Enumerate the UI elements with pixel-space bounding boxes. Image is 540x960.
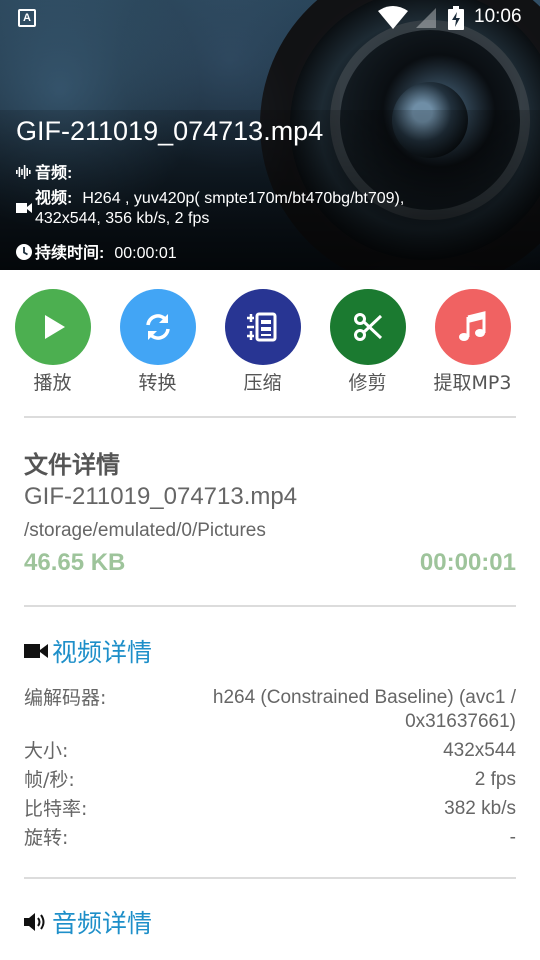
play-button[interactable]: 播放 [0,289,105,395]
video-info-line2: 432x544, 356 kb/s, 2 fps [35,210,210,227]
clock-icon [16,244,32,260]
video-camera-icon [24,644,48,658]
wifi-icon [378,6,408,29]
file-details-duration: 00:00:01 [419,549,516,576]
detail-value: h264 (Constrained Baseline) (avc1 / 0x31… [212,687,516,732]
trim-button[interactable]: 修剪 [315,289,420,395]
signal-icon [416,8,436,28]
file-details-path: /storage/emulated/0/Pictures [24,520,266,541]
detail-key: 比特率: [24,798,88,820]
audio-details-header: 音频详情 [24,904,152,940]
detail-value: 432x544 [443,740,516,761]
trim-label: 修剪 [348,372,387,394]
video-info-line1: H264 , yuv420p( smpte170m/bt470bg/bt709)… [82,190,405,207]
detail-row-fps: 帧/秒: 2 fps [24,768,516,792]
detail-key: 大小: [24,740,69,762]
speaker-icon [24,913,45,931]
video-label: 视频: [35,190,73,207]
compress-icon [224,289,301,365]
detail-row-size: 大小: 432x544 [24,739,516,763]
detail-value: 382 kb/s [444,798,516,819]
file-details-name: GIF-211019_074713.mp4 [24,483,298,510]
video-details-header: 视频详情 [24,633,152,669]
action-bar: 播放 转换 压缩 修剪 提取MP3 [0,289,540,399]
app-notification-icon: A [18,9,36,27]
music-note-icon [434,289,511,365]
video-details-list: 编解码器: h264 (Constrained Baseline) (avc1 … [24,686,516,855]
divider [24,877,516,879]
convert-button[interactable]: 转换 [105,289,210,395]
file-details-title: 文件详情 [24,451,120,479]
status-time: 10:06 [474,6,522,27]
detail-row-bitrate: 比特率: 382 kb/s [24,797,516,821]
audio-details-title: 音频详情 [52,909,153,938]
convert-icon [119,289,196,365]
compress-label: 压缩 [243,372,282,394]
video-details-title: 视频详情 [52,638,153,667]
audio-label: 音频: [35,165,73,182]
play-label: 播放 [33,372,72,394]
audio-wave-icon [16,165,31,179]
divider [24,605,516,607]
divider [24,416,516,418]
duration-label: 持续时间: [35,245,105,262]
detail-key: 帧/秒: [24,769,75,791]
audio-meta: 音频: [16,159,72,183]
compress-button[interactable]: 压缩 [210,289,315,395]
video-meta: 视频: H264 , yuv420p( smpte170m/bt470bg/bt7… [16,189,516,229]
extract-mp3-button[interactable]: 提取MP3 [420,289,525,395]
detail-row-rotation: 旋转: - [24,826,516,850]
detail-key: 编解码器: [24,687,107,709]
detail-row-codec: 编解码器: h264 (Constrained Baseline) (avc1 … [24,686,516,734]
play-icon [14,289,91,365]
scissors-icon [329,289,406,365]
duration-meta: 持续时间: 00:00:01 [16,239,177,263]
header-banner: A 10:06 GIF-211019_074713.mp4 音频: 视频: H2… [0,0,540,270]
battery-charging-icon [448,6,464,30]
convert-label: 转换 [138,372,177,394]
detail-key: 旋转: [24,827,69,849]
duration-value: 00:00:01 [114,245,177,262]
file-details-size: 46.65 KB [24,549,126,576]
file-title: GIF-211019_074713.mp4 [16,116,324,146]
video-camera-icon [16,203,32,213]
detail-value: - [509,827,516,848]
extract-mp3-label: 提取MP3 [433,372,512,394]
status-bar: A 10:06 [0,0,540,36]
detail-value: 2 fps [474,769,516,790]
